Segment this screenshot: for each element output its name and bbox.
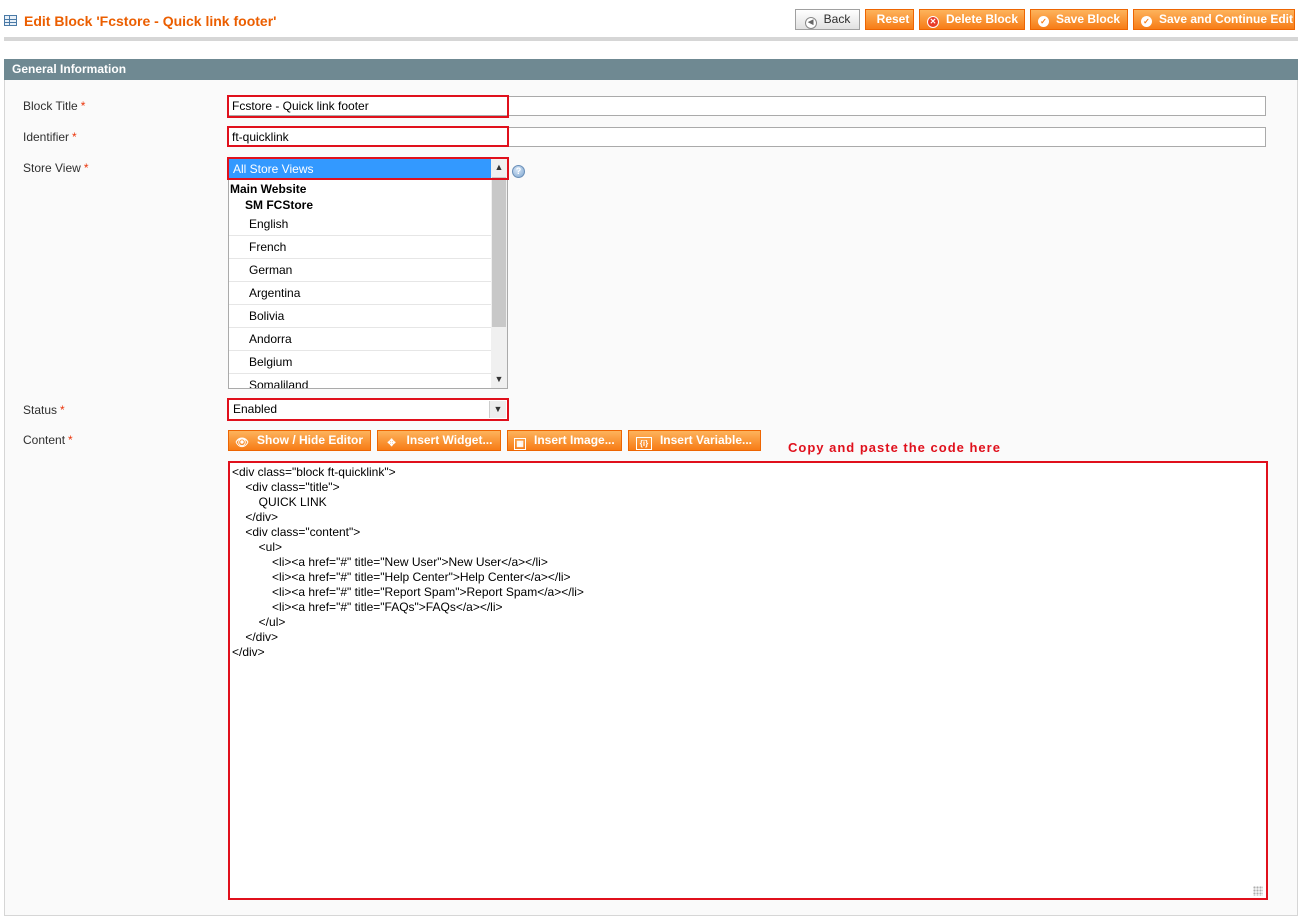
scrollbar-thumb[interactable] [492, 177, 506, 327]
store-view-label-text: Store View [23, 161, 81, 175]
store-view-label: Store View * [23, 161, 88, 175]
required-mark: * [68, 433, 73, 447]
insert-widget-label: Insert Widget... [406, 433, 493, 447]
content-label: Content * [23, 433, 73, 447]
show-hide-editor-label: Show / Hide Editor [257, 433, 364, 447]
image-icon: ▦ [514, 438, 526, 450]
status-select-value: Enabled [233, 402, 278, 416]
save-button-label: Save Block [1056, 12, 1121, 26]
block-title-label-text: Block Title [23, 99, 78, 113]
store-view-group-store: SM FCStore [245, 198, 314, 212]
back-button-label: Back [823, 12, 851, 26]
help-icon[interactable]: ? [512, 165, 525, 178]
required-mark: * [80, 99, 86, 113]
reset-button-label: Reset [876, 12, 910, 26]
save-continue-button-label: Save and Continue Edit [1159, 12, 1294, 26]
store-view-option[interactable]: English [229, 213, 491, 236]
insert-variable-button[interactable]: {i} Insert Variable... [628, 430, 761, 451]
block-title-label: Block Title * [23, 99, 85, 113]
widget-icon: ✥ [387, 438, 396, 449]
required-mark: * [60, 403, 65, 417]
check-icon: ✓ [1038, 16, 1049, 27]
store-view-option[interactable]: Somaliland [229, 374, 491, 388]
fieldset-legend: General Information [4, 59, 1298, 80]
scroll-up-icon[interactable]: ▲ [491, 159, 507, 176]
insert-image-button[interactable]: ▦ Insert Image... [507, 430, 622, 451]
delete-icon: ✕ [927, 16, 939, 28]
resize-grip-icon[interactable] [1253, 886, 1263, 896]
reset-button[interactable]: Reset [865, 9, 914, 30]
status-label: Status * [23, 403, 65, 417]
scroll-down-icon[interactable]: ▼ [491, 371, 507, 388]
store-view-multiselect[interactable]: All Store Views Main Website SM FCStore … [228, 158, 508, 389]
store-view-option[interactable]: Bolivia [229, 305, 491, 328]
required-mark: * [83, 161, 89, 175]
identifier-label: Identifier * [23, 130, 77, 144]
insert-variable-label: Insert Variable... [659, 433, 753, 447]
block-title-input[interactable]: Fcstore - Quick link footer [228, 96, 1266, 116]
save-block-button[interactable]: ✓ Save Block [1030, 9, 1128, 30]
arrow-left-icon: ◀ [804, 17, 817, 29]
insert-image-label: Insert Image... [534, 433, 615, 447]
check-icon: ✓ [1141, 16, 1152, 27]
status-select[interactable]: Enabled ▼ [228, 399, 508, 420]
action-bar: ◀ Back Reset ✕ Delete Block ✓ Save Block ✓ S… [0, 9, 1299, 31]
store-view-option-selected[interactable]: All Store Views [229, 159, 491, 180]
required-mark: * [72, 130, 77, 144]
status-label-text: Status [23, 403, 58, 417]
store-view-option[interactable]: German [229, 259, 491, 282]
show-hide-editor-button[interactable]: 👁 Show / Hide Editor [228, 430, 371, 451]
insert-widget-button[interactable]: ✥ Insert Widget... [377, 430, 501, 451]
store-view-option[interactable]: Belgium [229, 351, 491, 374]
variable-icon: {i} [635, 437, 652, 450]
store-view-option[interactable]: French [229, 236, 491, 259]
identifier-label-text: Identifier [23, 130, 70, 144]
delete-button-label: Delete Block [946, 12, 1019, 26]
delete-block-button[interactable]: ✕ Delete Block [919, 9, 1025, 30]
chevron-down-icon: ▼ [489, 401, 506, 418]
content-label-text: Content [23, 433, 66, 447]
store-view-option[interactable]: Andorra [229, 328, 491, 351]
identifier-input[interactable]: ft-quicklink [228, 127, 1266, 147]
instruction-note: Copy and paste the code here [788, 440, 1001, 455]
header-divider [4, 37, 1298, 41]
content-textarea[interactable]: <div class="block ft-quicklink"> <div cl… [228, 461, 1268, 900]
back-button[interactable]: ◀ Back [795, 9, 860, 30]
store-view-group-website: Main Website [230, 182, 307, 196]
eye-icon: 👁 [235, 437, 249, 449]
store-view-option[interactable]: Argentina [229, 282, 491, 305]
save-continue-button[interactable]: ✓ Save and Continue Edit [1133, 9, 1295, 30]
